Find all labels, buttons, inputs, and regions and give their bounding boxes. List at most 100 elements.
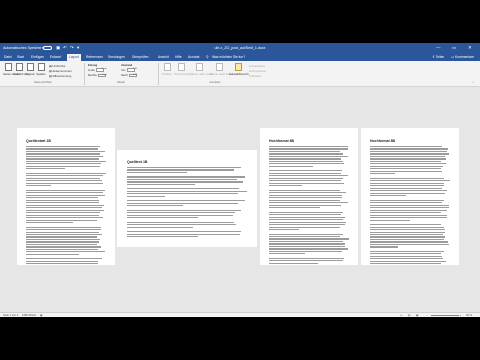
indent-right-label: Rechts: [88,73,98,77]
title-bar: Automatisches Speichern ▣ ↶ ↷ ▾ ullr-x_Z… [0,43,480,53]
indent-left-value: 0 cm [102,68,107,71]
text-line [26,153,101,155]
zoom-level[interactable]: 40 % [466,314,472,317]
wrap-text-label: Textumbruch [174,71,191,76]
collapse-ribbon-icon[interactable]: ⌃ [472,81,475,85]
hyphenation-button[interactable]: ▤ Silbentrennung [49,74,71,78]
text-line [269,238,349,240]
read-mode-icon[interactable]: ▭ [400,314,402,317]
text-line [127,224,236,226]
rotate-button[interactable]: ↻ Drehen [249,74,261,78]
align-button[interactable]: ⊟ Ausrichten [249,64,265,68]
columns-label: Spalten [36,71,46,76]
columns-button[interactable]: Spalten [36,63,46,76]
text-line [269,240,343,243]
margins-button[interactable]: Seiten-ränder [3,63,20,76]
line-numbers-button[interactable]: ▤ Zeilennummern [49,69,72,73]
tab-layout[interactable]: Layout [67,54,81,61]
text-line [370,155,446,158]
close-button[interactable]: ✕ [468,45,472,51]
selection-pane-button[interactable]: Auswahlbereich [229,63,249,76]
text-line [370,212,442,214]
text-line [26,236,97,238]
document-title: ullr-x_ZO_post_aoiiSmit_1.docx [214,45,266,50]
text-line [269,148,349,150]
restore-button[interactable]: ▭ [452,45,456,51]
document-page[interactable]: Hochformat 8B [260,128,358,265]
size-icon [26,63,34,71]
tab-start[interactable]: Start [17,55,24,59]
ribbon-separator [158,63,159,85]
zoom-out-icon[interactable]: − [426,314,428,317]
document-page[interactable]: Quelltext 1B [117,150,257,247]
comments-button[interactable]: ▭ Kommentare [451,55,474,59]
tab-hilfe[interactable]: Hilfe [175,55,182,59]
word-count[interactable]: 2156 Wörter [22,314,36,317]
group-button[interactable]: ⊞ Gruppieren [249,69,266,73]
tab-sendungen[interactable]: Sendungen [108,55,125,59]
text-line [127,209,242,211]
bring-forward-button[interactable]: Ebene nach vorne [190,63,213,76]
text-line [26,219,98,221]
text-line [269,262,319,264]
tab-referenzen[interactable]: Referenzen [86,55,103,59]
zoom-slider[interactable] [431,315,459,316]
text-line [269,160,343,162]
share-icon: ⇪ [432,54,435,59]
spacing-before-value: 0 Pt. [133,68,138,71]
tell-me-input[interactable]: Was möchten Sie tun? [212,55,245,59]
text-line [127,202,239,204]
tab-einfuegen[interactable]: Einfügen [31,55,44,59]
document-page[interactable]: Hochformat 8B [361,128,459,265]
text-line [26,209,105,211]
text-line [26,251,106,253]
orientation-button[interactable]: Ausrich-tung [14,63,30,76]
breaks-label: Umbrüche [52,63,66,68]
text-line [127,188,240,190]
share-button[interactable]: ⇪ Teilen [432,55,444,59]
proofing-icon[interactable]: ▣ [40,314,42,317]
send-backward-button[interactable]: Ebene nach hinten [210,63,234,76]
text-line [269,235,340,238]
web-layout-icon[interactable]: ▦ [416,314,418,317]
minimize-button[interactable]: — [436,45,441,50]
text-line [370,150,447,153]
tab-datei[interactable]: Datei [4,55,12,59]
text-line [370,165,443,167]
text-line [127,190,247,192]
text-line [269,248,349,250]
spacing-after-label: Nach: [121,73,129,77]
text-line [26,231,100,233]
size-button[interactable]: Format [25,63,35,76]
breaks-button[interactable]: ▤ Umbrüche [49,64,65,68]
tab-acrobat[interactable]: Acrobat [188,55,199,59]
text-line [370,207,450,209]
arrange-group-label: Anordnen [209,81,221,84]
bring-forward-label: Ebene nach vorne [190,71,213,76]
text-line [26,182,104,184]
print-layout-icon[interactable]: ▤ [408,314,410,317]
text-line [370,180,450,182]
zoom-in-icon[interactable]: + [460,314,462,317]
wrap-text-button[interactable]: Textumbruch [174,63,191,76]
tab-ueberpruefen[interactable]: Überprüfen [132,55,149,59]
text-line [127,178,237,181]
text-line [26,160,106,162]
tab-ansicht[interactable]: Ansicht [158,55,169,59]
document-page[interactable]: Quelltextart 1B [17,128,115,265]
send-backward-label: Ebene nach hinten [210,71,234,76]
position-button[interactable]: Position [162,63,172,76]
tell-me-search-icon[interactable]: ⚲ [206,55,208,59]
tab-entwurf[interactable]: Entwurf [50,55,61,59]
align-label: Ausrichten [251,63,266,68]
paragraph-group-label: Absatz [117,81,125,84]
text-line [370,250,444,252]
page-count[interactable]: Seite 1 von 4 [3,314,18,317]
orientation-icon [15,63,23,71]
text-line [26,148,99,150]
text-line [26,248,99,250]
video-frame: Automatisches Speichern ▣ ↶ ↷ ▾ ullr-x_Z… [0,0,480,360]
